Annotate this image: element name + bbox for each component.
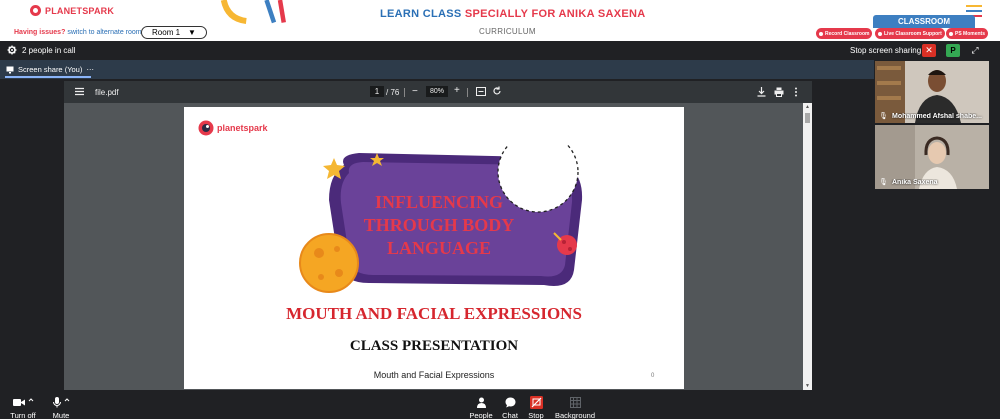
live-support-button[interactable]: Live Classroom Support <box>875 28 945 39</box>
pdf-page: planetspark INFLUENCING THROUGH BODY LAN… <box>184 107 684 389</box>
camera-icon <box>12 399 25 406</box>
slide-title-line3: LANGUAGE <box>386 238 491 258</box>
fullscreen-icon[interactable]: ⤢ <box>968 44 982 57</box>
stop-screenshare-icon <box>529 396 543 409</box>
scroll-down-icon[interactable]: ▼ <box>805 383 810 389</box>
chevron-up-icon[interactable] <box>28 397 34 403</box>
participant-name: Mohammed Afshal shabe... <box>892 113 982 120</box>
zoom-out-button[interactable]: − <box>412 86 418 97</box>
microphone-icon <box>52 397 61 408</box>
caret-down-icon: ▼ <box>188 28 196 37</box>
download-icon[interactable] <box>757 87 766 97</box>
background-icon <box>569 397 581 408</box>
switch-room-link[interactable]: switch to alternate room <box>67 29 141 36</box>
scroll-up-icon[interactable]: ▲ <box>805 104 810 110</box>
gear-icon[interactable] <box>7 45 17 55</box>
page-total: / 76 <box>386 88 400 97</box>
banner-text-part1: LEARN CLASS <box>380 8 465 20</box>
fit-page-icon[interactable] <box>476 87 486 96</box>
present-screen-icon <box>6 66 14 73</box>
zoom-input[interactable]: 80% <box>426 86 448 97</box>
more-options-icon[interactable]: ⋯ <box>86 65 94 74</box>
people-count: 2 people in call <box>7 45 75 55</box>
pdf-scrollbar[interactable]: ▲ ▼ <box>803 103 812 390</box>
slide-brand: planetspark <box>198 120 268 136</box>
issues-text: Having issues? <box>14 29 66 36</box>
toolbar-divider <box>404 88 405 97</box>
mute-button[interactable]: Mute <box>48 396 74 420</box>
chevron-up-icon[interactable] <box>64 397 70 403</box>
slide-title-line1: INFLUENCING <box>374 192 503 212</box>
pdf-toolbar: file.pdf 1 / 76 − 80% + <box>64 81 812 103</box>
pdf-file-name: file.pdf <box>95 88 119 97</box>
screen-share-tab-label: Screen share (You) <box>18 65 83 74</box>
background-button[interactable]: Background <box>553 396 597 420</box>
presenter-badge: P <box>946 44 960 57</box>
zoom-in-button[interactable]: + <box>454 85 460 96</box>
logo-mark-icon <box>30 5 41 16</box>
room-select[interactable]: Room 1 ▼ <box>141 26 207 39</box>
slide-heading: CLASS PRESENTATION <box>349 338 519 354</box>
stop-sharing-button[interactable]: ✕ <box>922 44 936 57</box>
logo-text: PLANETSPARK <box>45 5 115 16</box>
room-select-value: Room 1 <box>152 28 181 37</box>
people-icon <box>476 397 486 408</box>
scroll-thumb[interactable] <box>805 113 810 123</box>
participant-name: Anika Saxena <box>892 179 938 186</box>
issues-notice: Having issues? switch to alternate room <box>14 29 142 36</box>
print-icon[interactable] <box>774 87 784 97</box>
slide-footer-text: Mouth and Facial Expressions <box>373 370 495 380</box>
chat-button[interactable]: Chat <box>499 396 521 420</box>
participant-tile[interactable]: 🎙 Anika Saxena <box>875 125 989 189</box>
record-dot-icon <box>819 31 823 36</box>
classroom-tab[interactable]: CLASSROOM <box>873 15 975 28</box>
rotate-icon[interactable] <box>492 86 502 96</box>
meeting-controls: Turn off Mute People Chat Stop Backgroun… <box>0 392 1000 420</box>
platform-header: PLANETSPARK LEARN CLASS SPECIALLY FOR AN… <box>0 0 1000 41</box>
more-vert-icon[interactable] <box>794 87 798 97</box>
decorative-swoosh-icon <box>220 0 286 24</box>
active-tab-indicator <box>5 76 91 78</box>
screen-share-tabbar: Screen share (You) ⋯ <box>0 60 874 79</box>
page-number-input[interactable]: 1 <box>370 86 384 97</box>
slide-title: INFLUENCING THROUGH BODY LANGUAGE <box>304 191 574 260</box>
pdf-viewport[interactable]: planetspark INFLUENCING THROUGH BODY LAN… <box>64 103 812 390</box>
pdf-menu-icon[interactable] <box>75 87 84 96</box>
chat-icon <box>505 397 515 408</box>
stop-share-button[interactable]: Stop <box>526 396 546 420</box>
moments-dot-icon <box>949 31 953 36</box>
stop-sharing-label: Stop screen sharing <box>850 46 922 55</box>
ps-moments-button[interactable]: PS Moments <box>946 28 989 39</box>
banner-text-part2: SPECIALLY FOR ANIKA SAXENA <box>464 8 646 20</box>
screen-share-tab[interactable]: Screen share (You) ⋯ <box>6 65 94 74</box>
live-support-label: Live Classroom Support <box>884 30 942 37</box>
ps-moments-label: PS Moments <box>955 30 986 37</box>
camera-button[interactable]: Turn off <box>8 396 38 420</box>
slide-brand-text: planetspark <box>217 123 268 133</box>
slide-title-line2: THROUGH BODY <box>363 215 515 235</box>
support-dot-icon <box>878 31 882 36</box>
meeting-area: 2 people in call Stop screen sharing ✕ P… <box>0 41 1000 420</box>
record-classroom-button[interactable]: Record Classroom <box>816 28 873 39</box>
close-icon: ✕ <box>925 45 933 55</box>
planetspark-logo[interactable]: PLANETSPARK <box>30 5 114 16</box>
record-classroom-label: Record Classroom <box>825 30 870 37</box>
participant-tile[interactable]: 🎙 Mohammed Afshal shabe... <box>875 61 989 123</box>
slide-subtitle: MOUTH AND FACIAL EXPRESSIONS <box>286 304 582 323</box>
planetspark-logo-icon <box>198 120 214 136</box>
people-button[interactable]: People <box>468 396 494 420</box>
people-count-text: 2 people in call <box>22 45 76 55</box>
toolbar-divider-2 <box>467 88 468 97</box>
slide-footer-number: 0 <box>651 373 655 379</box>
curriculum-tab[interactable]: CURRICULUM <box>479 27 536 36</box>
class-banner: LEARN CLASS SPECIALLY FOR ANIKA SAXENA <box>380 8 645 20</box>
